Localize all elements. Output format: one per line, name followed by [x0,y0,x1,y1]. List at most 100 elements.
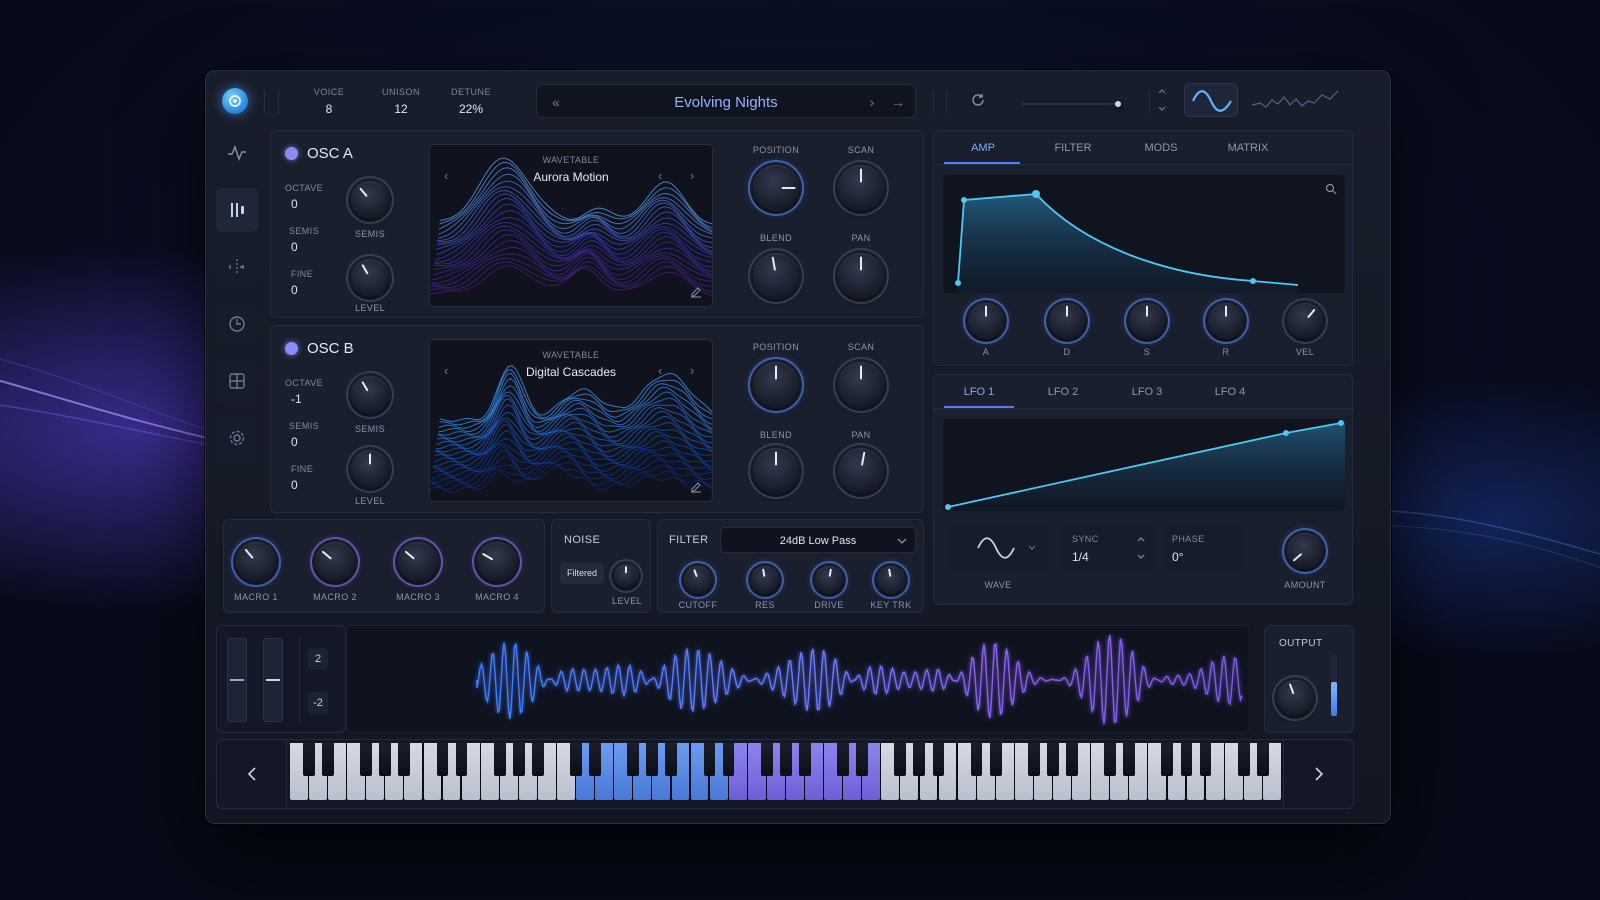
preset-forward-icon[interactable]: → [887,91,909,113]
lfo-sync-stepper[interactable]: SYNC 1/4 [1062,525,1154,571]
slider-handle[interactable] [1115,101,1121,107]
black-key[interactable] [894,743,907,776]
semis-value[interactable]: 0 [291,240,298,254]
black-key[interactable] [1256,743,1269,776]
wavetable-next-icon[interactable]: › [690,168,694,183]
black-key[interactable] [989,743,1002,776]
voice-stat[interactable]: VOICE 8 [299,87,359,116]
edit-pencil-icon[interactable] [690,481,702,493]
tab-lfo-2[interactable]: LFO 2 [1032,386,1094,398]
tab-lfo-3[interactable]: LFO 3 [1116,386,1178,398]
osc-a-enable-toggle[interactable] [285,147,298,160]
output-volume-knob[interactable] [1277,680,1313,716]
black-key[interactable] [1027,743,1040,776]
black-key[interactable] [493,743,506,776]
macro-4-knob[interactable] [477,542,517,582]
octave-value[interactable]: -1 [291,392,302,406]
tab-amp[interactable]: AMP [952,142,1014,154]
tab-lfo-1[interactable]: LFO 1 [948,386,1010,398]
pitch-range-up[interactable]: 2 [308,648,328,670]
noise-mode-button[interactable]: Filtered [560,562,604,584]
black-key[interactable] [302,743,315,776]
black-key[interactable] [455,743,468,776]
black-key[interactable] [722,743,735,776]
level-knob[interactable] [351,450,389,488]
pan-knob[interactable] [838,253,884,299]
macro-3-knob[interactable] [398,542,438,582]
black-key[interactable] [1123,743,1136,776]
sidebar-oscillator-button[interactable] [216,131,258,175]
piano-keyboard[interactable] [290,743,1282,800]
master-slider[interactable] [1021,101,1121,107]
black-key[interactable] [913,743,926,776]
fine-value[interactable]: 0 [291,478,298,492]
logo-icon[interactable] [222,88,248,114]
black-key[interactable] [970,743,983,776]
black-key[interactable] [1046,743,1059,776]
wavetable-next-icon[interactable]: › [690,363,694,378]
black-key[interactable] [589,743,601,776]
blend-knob[interactable] [753,253,799,299]
edit-pencil-icon[interactable] [690,286,702,298]
lfo-phase-field[interactable]: PHASE 0° [1164,525,1244,571]
pitch-wheel[interactable] [227,638,247,722]
res-knob[interactable] [751,566,779,594]
unison-stat[interactable]: UNISON 12 [371,87,431,116]
drive-knob[interactable] [815,566,843,594]
wavetable-prev-icon[interactable]: ‹ [444,363,448,378]
black-key[interactable] [436,743,449,776]
level-knob[interactable] [351,259,389,297]
pitch-range-down[interactable]: -2 [308,692,328,714]
zoom-search-icon[interactable] [1325,183,1337,195]
macro-2-knob[interactable] [315,542,355,582]
black-key[interactable] [627,743,640,776]
semis-knob[interactable] [351,181,389,219]
semis-value[interactable]: 0 [291,435,298,449]
position-knob[interactable] [753,165,799,211]
cutoff-knob[interactable] [684,566,712,594]
lfo-amount-knob[interactable] [1287,533,1323,569]
updown-arrows-icon[interactable] [1157,86,1167,114]
black-key[interactable] [798,743,811,776]
velocity-knob[interactable] [1287,303,1323,339]
sine-wave-button[interactable] [1184,83,1238,117]
macro-1-knob[interactable] [236,542,276,582]
wavetable-display[interactable]: WAVETABLE Aurora Motion ‹ ‹ › [429,144,713,307]
detune-stat[interactable]: DETUNE 22% [441,87,501,116]
black-key[interactable] [1237,743,1250,776]
sidebar-split-button[interactable] [216,245,258,289]
black-key[interactable] [1066,743,1078,776]
black-key[interactable] [398,743,411,776]
black-key[interactable] [360,743,372,776]
octave-value[interactable]: 0 [291,197,298,211]
tab-lfo-4[interactable]: LFO 4 [1199,386,1261,398]
black-key[interactable] [856,743,868,776]
sustain-knob[interactable] [1129,303,1165,339]
stepper-arrows-icon[interactable] [1136,535,1146,563]
octave-down-button[interactable] [217,740,287,808]
sidebar-clock-button[interactable] [216,302,258,346]
black-key[interactable] [322,743,334,776]
black-key[interactable] [932,743,945,776]
wavetable-display[interactable]: WAVETABLE Digital Cascades ‹ ‹ › [429,339,713,502]
black-key[interactable] [1199,743,1212,776]
attack-knob[interactable] [968,303,1004,339]
tab-matrix[interactable]: MATRIX [1217,142,1279,154]
octave-up-button[interactable] [1283,740,1353,808]
wavetable-prev-icon[interactable]: ‹ [658,363,662,378]
lfo-display[interactable] [943,419,1345,511]
mod-wheel[interactable] [263,638,283,722]
black-key[interactable] [1161,743,1174,776]
envelope-display[interactable] [943,175,1345,293]
release-knob[interactable] [1208,303,1244,339]
wavetable-prev-icon[interactable]: ‹ [658,168,662,183]
black-key[interactable] [531,743,544,776]
semis-knob[interactable] [351,376,389,414]
black-key[interactable] [570,743,582,776]
black-key[interactable] [379,743,392,776]
sidebar-grid-button[interactable] [216,359,258,403]
black-key[interactable] [779,743,792,776]
black-key[interactable] [1104,743,1116,776]
black-key[interactable] [665,743,678,776]
key-trk-knob[interactable] [877,566,905,594]
